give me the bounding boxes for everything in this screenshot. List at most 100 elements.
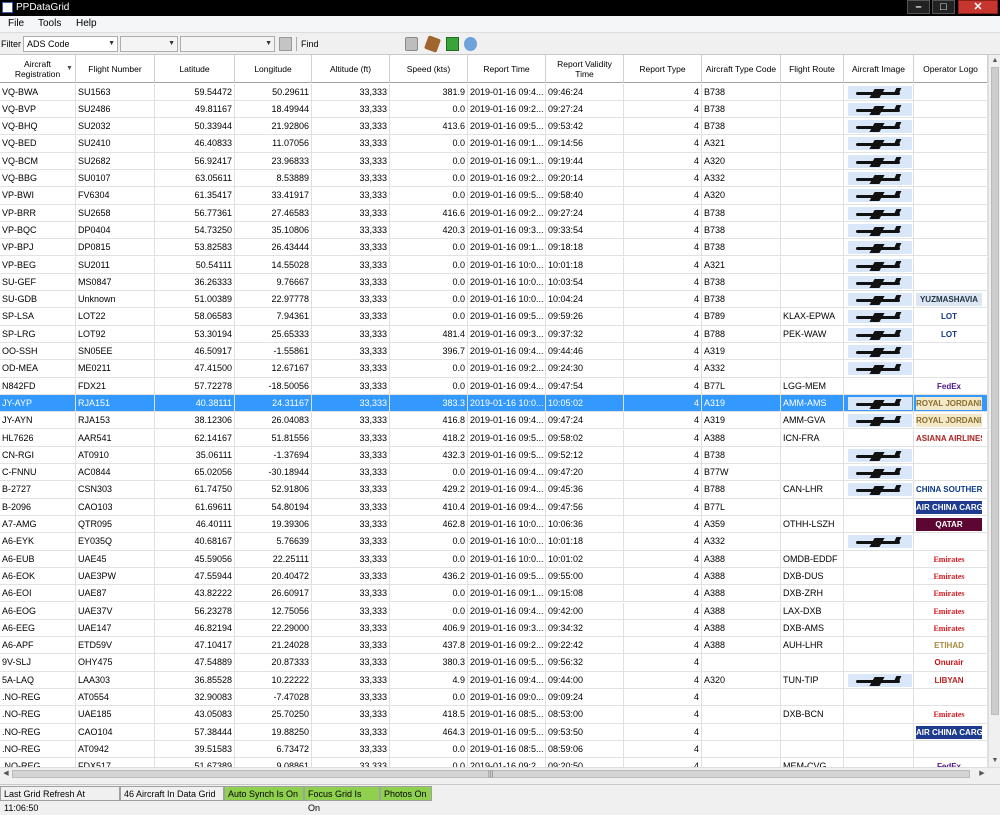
scroll-right-icon[interactable]: ▶ xyxy=(976,768,988,779)
cell-longitude[interactable]: -30.18944 xyxy=(235,464,312,482)
table-row[interactable]: SU-GDB Unknown 51.00389 22.97778 33,333 0.0 20… xyxy=(0,291,988,309)
cell-longitude[interactable]: 25.65333 xyxy=(235,325,312,343)
cell-speed[interactable]: 0.0 xyxy=(390,187,468,205)
cell-report-type[interactable]: 4 xyxy=(624,291,702,309)
cell-report-type[interactable]: 4 xyxy=(624,325,702,343)
cell-registration[interactable]: A6-EYK xyxy=(0,533,76,551)
cell-flight-number[interactable]: LAA303 xyxy=(76,671,155,689)
cell-flight-number[interactable]: UAE3PW xyxy=(76,567,155,585)
cell-aircraft-image[interactable] xyxy=(844,654,914,672)
cell-flight-route[interactable]: DXB-AMS xyxy=(781,619,844,637)
cell-altitude[interactable]: 33,333 xyxy=(312,256,390,274)
cell-aircraft-image[interactable] xyxy=(844,481,914,499)
cell-type-code[interactable]: A388 xyxy=(702,637,781,655)
cell-altitude[interactable]: 33,333 xyxy=(312,723,390,741)
cell-type-code[interactable]: A388 xyxy=(702,602,781,620)
table-row[interactable]: .NO-REG FDX517 51.67389 9.08861 33,333 0.0 201… xyxy=(0,758,988,767)
status-auto-synch[interactable]: Auto Synch Is On xyxy=(224,786,304,801)
cell-type-code[interactable]: A319 xyxy=(702,343,781,360)
menu-file[interactable]: File xyxy=(8,18,24,29)
cell-latitude[interactable]: 36.85528 xyxy=(155,671,235,689)
cell-report-time[interactable]: 2019-01-16 09:2... xyxy=(468,758,546,767)
cell-longitude[interactable]: -1.37694 xyxy=(235,446,312,464)
scroll-down-icon[interactable]: ▼ xyxy=(989,755,1000,766)
cell-report-type[interactable]: 4 xyxy=(624,758,702,767)
cell-validity-time[interactable]: 09:47:56 xyxy=(546,498,624,516)
cell-type-code[interactable]: A320 xyxy=(702,187,781,205)
cell-type-code[interactable]: B77W xyxy=(702,464,781,482)
cell-report-type[interactable]: 4 xyxy=(624,654,702,672)
cell-operator-logo[interactable] xyxy=(914,135,988,153)
table-row[interactable]: VP-BWI FV6304 61.35417 33.41917 33,333 0.0 201… xyxy=(0,187,988,205)
cell-operator-logo[interactable] xyxy=(914,256,988,274)
cell-report-type[interactable]: 4 xyxy=(624,377,702,395)
cell-registration[interactable]: A6-EOI xyxy=(0,585,76,603)
cell-altitude[interactable]: 33,333 xyxy=(312,152,390,170)
cell-flight-route[interactable]: ICN-FRA xyxy=(781,429,844,447)
cell-altitude[interactable]: 33,333 xyxy=(312,308,390,326)
cell-type-code[interactable]: A321 xyxy=(702,256,781,274)
cell-validity-time[interactable]: 09:27:24 xyxy=(546,100,624,118)
cell-flight-route[interactable] xyxy=(781,498,844,516)
cell-type-code[interactable]: A388 xyxy=(702,429,781,447)
cell-report-type[interactable]: 4 xyxy=(624,239,702,257)
column-header-validity-time[interactable]: Report Validity Time xyxy=(546,55,624,83)
cell-flight-number[interactable]: LOT92 xyxy=(76,325,155,343)
table-row[interactable]: A6-EYK EY035Q 40.68167 5.76639 33,333 0.0 2019… xyxy=(0,533,988,551)
cell-altitude[interactable]: 33,333 xyxy=(312,481,390,499)
cell-speed[interactable]: 0.0 xyxy=(390,170,468,187)
cell-registration[interactable]: SU-GEF xyxy=(0,273,76,291)
cell-latitude[interactable]: 47.55944 xyxy=(155,567,235,585)
cell-longitude[interactable]: 50.29611 xyxy=(235,83,312,101)
cell-altitude[interactable]: 33,333 xyxy=(312,516,390,533)
cell-altitude[interactable]: 33,333 xyxy=(312,170,390,187)
table-row[interactable]: SP-LRG LOT92 53.30194 25.65333 33,333 481.4 20… xyxy=(0,325,988,343)
cell-altitude[interactable]: 33,333 xyxy=(312,585,390,603)
cell-report-type[interactable]: 4 xyxy=(624,637,702,655)
cell-type-code[interactable] xyxy=(702,689,781,706)
cell-speed[interactable]: 0.0 xyxy=(390,152,468,170)
cell-report-time[interactable]: 2019-01-16 09:5... xyxy=(468,446,546,464)
cell-validity-time[interactable]: 09:45:36 xyxy=(546,481,624,499)
cell-latitude[interactable]: 51.67389 xyxy=(155,758,235,767)
cell-operator-logo[interactable] xyxy=(914,204,988,222)
cell-flight-route[interactable] xyxy=(781,446,844,464)
cell-report-time[interactable]: 2019-01-16 09:4... xyxy=(468,481,546,499)
cell-speed[interactable]: 0.0 xyxy=(390,464,468,482)
table-row[interactable]: SP-LSA LOT22 58.06583 7.94361 33,333 0.0 2019-… xyxy=(0,308,988,326)
cell-operator-logo[interactable]: ETIHAD xyxy=(914,637,988,655)
cell-validity-time[interactable]: 09:19:44 xyxy=(546,152,624,170)
cell-operator-logo[interactable] xyxy=(914,464,988,482)
cell-registration[interactable]: SP-LRG xyxy=(0,325,76,343)
cell-longitude[interactable]: 26.43444 xyxy=(235,239,312,257)
cell-flight-number[interactable]: RJA153 xyxy=(76,412,155,430)
cell-altitude[interactable]: 33,333 xyxy=(312,83,390,101)
cell-flight-number[interactable]: CAO103 xyxy=(76,498,155,516)
cell-longitude[interactable]: 14.55028 xyxy=(235,256,312,274)
cell-validity-time[interactable]: 10:01:18 xyxy=(546,533,624,551)
cell-longitude[interactable]: 21.24028 xyxy=(235,637,312,655)
cell-flight-route[interactable] xyxy=(781,118,844,136)
cell-flight-number[interactable]: CAO104 xyxy=(76,723,155,741)
cell-report-time[interactable]: 2019-01-16 10:0... xyxy=(468,291,546,309)
cell-registration[interactable]: A6-EEG xyxy=(0,619,76,637)
table-row[interactable]: VP-BEG SU2011 50.54111 14.55028 33,333 0.0 201… xyxy=(0,256,988,274)
cell-altitude[interactable]: 33,333 xyxy=(312,204,390,222)
cell-longitude[interactable]: 52.91806 xyxy=(235,481,312,499)
table-row[interactable]: C-FNNU AC0844 65.02056 -30.18944 33,333 0.0 20… xyxy=(0,464,988,482)
cell-flight-route[interactable]: OTHH-LSZH xyxy=(781,516,844,533)
cell-type-code[interactable]: A332 xyxy=(702,170,781,187)
cell-speed[interactable]: 380.3 xyxy=(390,654,468,672)
table-row[interactable]: JY-AYN RJA153 38.12306 26.04083 33,333 416.8 2… xyxy=(0,412,988,430)
cell-operator-logo[interactable]: Emirates xyxy=(914,567,988,585)
cell-report-type[interactable]: 4 xyxy=(624,152,702,170)
cell-longitude[interactable]: 18.49944 xyxy=(235,100,312,118)
cell-flight-number[interactable]: CSN303 xyxy=(76,481,155,499)
cell-validity-time[interactable]: 09:37:32 xyxy=(546,325,624,343)
cell-report-type[interactable]: 4 xyxy=(624,204,702,222)
cell-altitude[interactable]: 33,333 xyxy=(312,446,390,464)
cell-aircraft-image[interactable] xyxy=(844,394,914,412)
cell-aircraft-image[interactable] xyxy=(844,498,914,516)
cell-aircraft-image[interactable] xyxy=(844,204,914,222)
close-button[interactable]: ✕ xyxy=(958,0,998,14)
